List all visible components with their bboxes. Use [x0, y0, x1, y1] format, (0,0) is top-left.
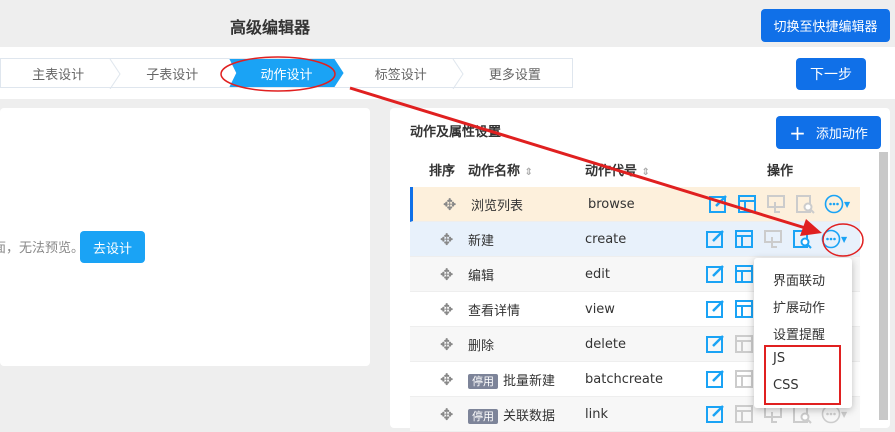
table-header: 排序 动作名称 ⇕ 动作代号 ⇕ 操作	[410, 160, 860, 185]
edit-icon[interactable]	[705, 404, 725, 424]
menu-item-extend-action[interactable]: 扩展动作	[773, 297, 825, 316]
action-name-text: 查看详情	[468, 303, 521, 319]
table-row[interactable]: ✥ 浏览列表 browse ▼	[410, 187, 860, 222]
menu-item-css[interactable]: CSS	[773, 378, 799, 393]
table-row[interactable]: ✥ 新建 create ▼	[410, 222, 860, 257]
preview-search-icon[interactable]	[795, 194, 815, 214]
disabled-badge: 停用	[468, 373, 498, 389]
drag-handle-icon[interactable]: ✥	[440, 265, 453, 284]
action-code: link	[585, 406, 608, 422]
drag-handle-icon[interactable]: ✥	[443, 195, 456, 214]
action-name-text: 新建	[468, 233, 495, 249]
scrollbar[interactable]	[879, 152, 888, 420]
action-name: 浏览列表	[471, 195, 523, 214]
action-code: create	[585, 231, 627, 247]
drag-handle-icon[interactable]: ✥	[440, 300, 453, 319]
drag-handle-icon[interactable]: ✥	[440, 370, 453, 389]
edit-icon[interactable]	[705, 369, 725, 389]
action-name: 删除	[468, 335, 494, 354]
go-design-button[interactable]: 去设计	[80, 231, 145, 263]
menu-item-set-reminder[interactable]: 设置提醒	[773, 324, 825, 343]
action-name: 编辑	[468, 265, 494, 284]
menu-item-ui-linkage[interactable]: 界面联动	[773, 270, 825, 289]
chevron-down-icon: ▼	[844, 199, 851, 209]
actions-panel-title: 动作及属性设置	[410, 125, 502, 140]
step-sub-table[interactable]: 子表设计	[115, 59, 229, 87]
step-label: 更多设置	[488, 67, 541, 83]
disabled-badge: 停用	[468, 408, 498, 424]
row-operations: ▼	[705, 229, 847, 249]
action-name: 停用 批量新建	[468, 370, 555, 389]
layout-icon[interactable]	[734, 369, 754, 389]
chevron-down-icon: ▼	[841, 409, 848, 419]
layout-icon[interactable]	[737, 194, 757, 214]
edit-icon[interactable]	[705, 334, 725, 354]
action-name-text: 关联数据	[503, 408, 556, 424]
action-name-text: 删除	[468, 338, 495, 354]
layout-icon[interactable]	[734, 264, 754, 284]
action-name: 查看详情	[468, 300, 520, 319]
plus-icon: +	[789, 120, 806, 145]
drag-handle-icon[interactable]: ✥	[440, 230, 453, 249]
step-label: 主表设计	[32, 67, 85, 83]
layout-icon[interactable]	[734, 299, 754, 319]
sort-icon: ⇕	[524, 167, 533, 178]
more-icon[interactable]: ▼	[824, 194, 850, 214]
preview-message: 面，无法预览。	[0, 241, 85, 256]
sort-icon: ⇕	[641, 167, 650, 178]
step-action-design[interactable]: 动作设计	[229, 59, 344, 87]
action-code: batchcreate	[585, 371, 663, 387]
more-dropdown-menu: 界面联动 扩展动作 设置提醒 JS CSS	[754, 258, 852, 408]
layout-icon[interactable]	[734, 404, 754, 424]
step-label: 标签设计	[374, 67, 427, 83]
chevron-down-icon: ▼	[841, 234, 848, 244]
steps: 主表设计 子表设计 动作设计 标签设计 更多设置	[0, 58, 573, 89]
step-tab-design[interactable]: 标签设计	[344, 59, 464, 89]
touch-icon[interactable]	[766, 194, 786, 214]
layout-icon[interactable]	[734, 334, 754, 354]
edit-icon[interactable]	[708, 194, 728, 214]
action-name-text: 编辑	[468, 268, 495, 284]
layout-icon[interactable]	[734, 229, 754, 249]
action-code: view	[585, 301, 615, 317]
edit-icon[interactable]	[705, 299, 725, 319]
add-action-label: 添加动作	[815, 127, 868, 142]
action-name: 停用 关联数据	[468, 405, 555, 424]
step-label: 动作设计	[260, 67, 313, 83]
col-sort: 排序	[429, 164, 456, 179]
edit-icon[interactable]	[705, 229, 725, 249]
step-label: 子表设计	[146, 67, 199, 83]
drag-handle-icon[interactable]: ✥	[440, 405, 453, 424]
drag-handle-icon[interactable]: ✥	[440, 335, 453, 354]
more-icon[interactable]: ▼	[821, 229, 847, 249]
touch-icon[interactable]	[763, 229, 783, 249]
action-code: edit	[585, 266, 610, 282]
page-title: 高级编辑器	[229, 18, 310, 37]
action-name: 新建	[468, 230, 494, 249]
switch-editor-button[interactable]: 切换至快捷编辑器	[761, 9, 890, 42]
menu-item-js[interactable]: JS	[773, 351, 785, 366]
col-code[interactable]: 动作代号 ⇕	[585, 160, 650, 179]
col-name[interactable]: 动作名称 ⇕	[468, 160, 533, 179]
preview-search-icon[interactable]	[792, 229, 812, 249]
action-name-text: 批量新建	[503, 373, 556, 389]
action-code: browse	[588, 196, 635, 212]
col-label: 动作代号	[585, 164, 638, 179]
col-ops: 操作	[767, 164, 794, 179]
action-name-text: 浏览列表	[471, 198, 524, 214]
step-main-table[interactable]: 主表设计	[1, 59, 121, 89]
edit-icon[interactable]	[705, 264, 725, 284]
add-action-button[interactable]: + 添加动作	[776, 116, 881, 149]
row-operations: ▼	[708, 194, 850, 214]
action-code: delete	[585, 336, 626, 352]
step-more-settings[interactable]: 更多设置	[458, 59, 572, 87]
col-label: 动作名称	[468, 164, 521, 179]
next-step-button[interactable]: 下一步	[796, 58, 866, 90]
